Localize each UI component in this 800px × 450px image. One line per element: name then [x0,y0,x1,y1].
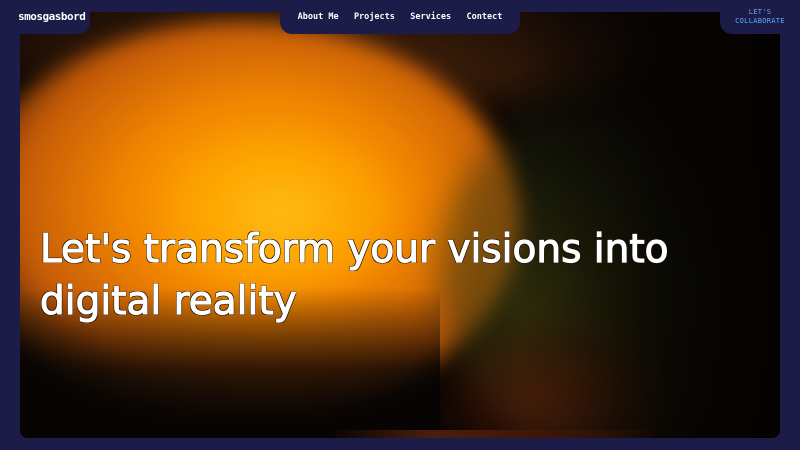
page: Let's transform your visions into digita… [0,0,800,450]
gradient-bottom-band [330,430,660,438]
nav-item-contact[interactable]: Contect [467,12,503,22]
nav-item-services[interactable]: Services [410,12,451,22]
collaborate-button-line-1: LET'S [748,8,772,16]
nav-item-about-me[interactable]: About Me [298,12,339,22]
collaborate-button[interactable]: LET'S COLLABORATE [720,0,800,34]
hero-headline: Let's transform your visions into digita… [39,224,740,328]
brand-logo[interactable]: smosgasbord [0,0,90,34]
hero-headline-line-2: digital reality [39,278,297,324]
nav-item-projects[interactable]: Projects [354,12,395,22]
main-nav: About Me Projects Services Contect [280,0,520,34]
hero-headline-line-1: Let's transform your visions into [39,226,669,272]
collaborate-button-line-2: COLLABORATE [735,17,785,25]
